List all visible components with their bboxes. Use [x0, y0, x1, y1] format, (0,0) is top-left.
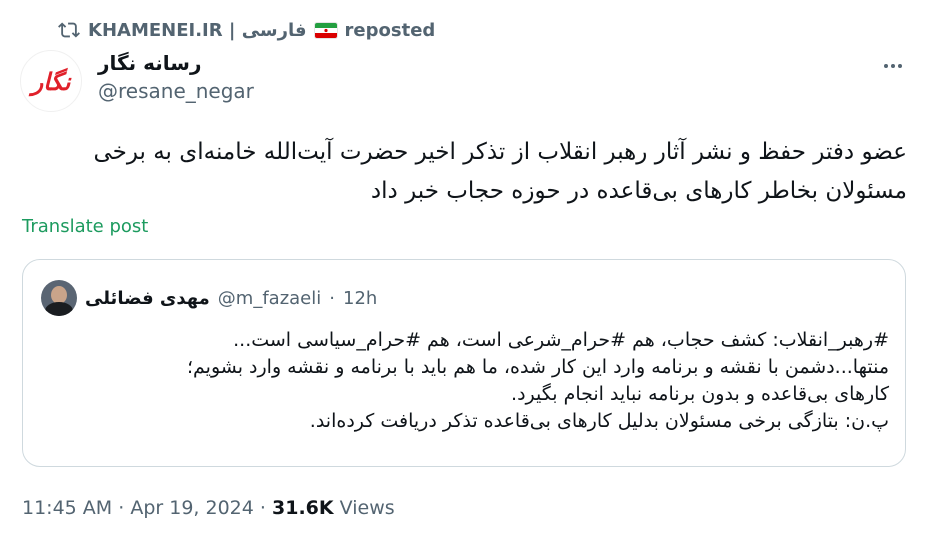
- post-footer: 11:45 AM · Apr 19, 2024 · 31.6K Views: [22, 497, 395, 519]
- more-icon: [884, 64, 902, 68]
- quoted-separator: ·: [329, 287, 335, 309]
- views-label: Views: [339, 497, 395, 519]
- quoted-post[interactable]: مهدی فضائلی @m_fazaeli · 12h #رهبر_انقلا…: [22, 259, 906, 467]
- post-date[interactable]: Apr 19, 2024: [130, 497, 254, 519]
- footer-separator: ·: [118, 497, 125, 519]
- quoted-line: پ.ن: بتازگی برخی مسئولان بدلیل کارهای بی…: [309, 410, 889, 432]
- quoted-line: #رهبر_انقلاب: کشف حجاب، هم #حرام_شرعی اس…: [233, 329, 889, 351]
- post-time[interactable]: 11:45 AM: [22, 497, 112, 519]
- author-block[interactable]: نگار رسانه نگار @resane_negar: [20, 50, 254, 112]
- iran-flag-icon: [314, 22, 337, 38]
- quoted-author-avatar[interactable]: [41, 280, 77, 316]
- repost-icon: [58, 22, 80, 38]
- quoted-line: کارهای بی‌قاعده و بدون برنامه نباید انجا…: [511, 383, 889, 405]
- quoted-post-text: #رهبر_انقلاب: کشف حجاب، هم #حرام_شرعی اس…: [39, 327, 889, 435]
- tweet-text: عضو دفتر حفظ و نشر آثار رهبر انقلاب از ت…: [93, 139, 907, 204]
- quoted-line: منتها...دشمن با نقشه و برنامه وارد این ک…: [186, 356, 889, 378]
- repost-label: reposted: [344, 19, 436, 41]
- translate-post-link[interactable]: Translate post: [22, 216, 148, 237]
- views-count[interactable]: 31.6K: [272, 497, 334, 519]
- quoted-author-handle[interactable]: @m_fazaeli: [218, 288, 321, 309]
- quoted-time[interactable]: 12h: [343, 288, 377, 309]
- avatar-logo-text: نگار: [31, 66, 71, 96]
- quoted-author-name[interactable]: مهدی فضائلی: [85, 288, 210, 309]
- quoted-post-header: مهدی فضائلی @m_fazaeli · 12h: [41, 280, 377, 316]
- author-display-name[interactable]: رسانه نگار: [98, 50, 254, 76]
- more-options-button[interactable]: [877, 52, 909, 80]
- author-avatar[interactable]: نگار: [20, 50, 82, 112]
- author-handle[interactable]: @resane_negar: [98, 78, 254, 104]
- repost-header[interactable]: KHAMENEI.IR | فارسی reposted: [58, 18, 435, 42]
- footer-separator: ·: [259, 497, 266, 519]
- repost-account-name[interactable]: KHAMENEI.IR | فارسی: [88, 20, 307, 41]
